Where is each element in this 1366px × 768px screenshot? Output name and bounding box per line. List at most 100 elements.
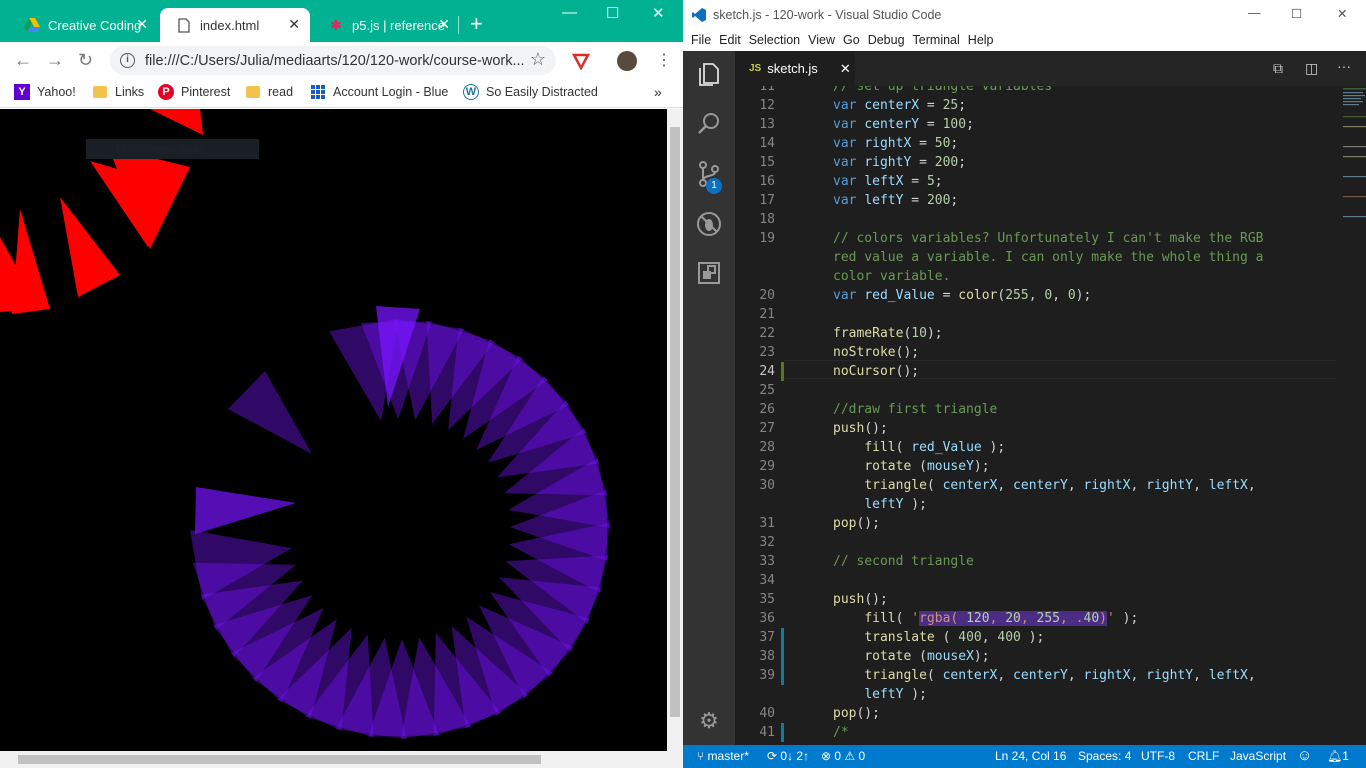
code-line[interactable]: 34 xyxy=(735,571,1366,590)
minimize-button[interactable]: — xyxy=(1248,6,1261,20)
menu-file[interactable]: File xyxy=(691,33,711,47)
scroll-thumb[interactable] xyxy=(670,127,680,717)
code-line[interactable]: color variable. xyxy=(735,267,1366,286)
menu-edit[interactable]: Edit xyxy=(719,33,741,47)
code-line[interactable]: leftY ); xyxy=(735,685,1366,704)
bookmark-pinterest[interactable]: P Pinterest xyxy=(158,84,230,100)
folder-icon xyxy=(92,84,108,100)
code-line[interactable]: 16 var leftX = 5; xyxy=(735,172,1366,191)
code-line[interactable]: 26 //draw first triangle xyxy=(735,400,1366,419)
menu-view[interactable]: View xyxy=(808,33,835,47)
close-tab-icon[interactable]: ✕ xyxy=(438,17,450,31)
close-tab-icon[interactable]: ✕ xyxy=(288,17,300,31)
minimap[interactable] xyxy=(1338,86,1366,246)
code-line[interactable]: 41 /* xyxy=(735,723,1366,742)
bookmark-star-icon[interactable]: ☆ xyxy=(530,49,546,70)
code-line[interactable]: 27 push(); xyxy=(735,419,1366,438)
vertical-scrollbar[interactable] xyxy=(667,109,683,751)
tab-index-html[interactable]: index.html ✕ xyxy=(160,8,310,42)
bookmark-so-easily-distracted[interactable]: W So Easily Distracted xyxy=(463,84,598,100)
line-ending[interactable]: CRLF xyxy=(1188,749,1219,763)
search-icon[interactable] xyxy=(695,111,723,139)
code-line[interactable]: 38 rotate (mouseX); xyxy=(735,647,1366,666)
code-line[interactable]: 18 xyxy=(735,210,1366,229)
branch-indicator[interactable]: ⑂ master* xyxy=(697,749,749,763)
code-line[interactable]: 25 xyxy=(735,381,1366,400)
close-window-button[interactable]: ✕ xyxy=(652,4,665,22)
avatar[interactable] xyxy=(617,51,637,71)
new-tab-button[interactable]: + xyxy=(470,12,483,36)
menu-go[interactable]: Go xyxy=(843,33,860,47)
menu-debug[interactable]: Debug xyxy=(868,33,905,47)
code-line[interactable]: 29 rotate (mouseY); xyxy=(735,457,1366,476)
code-line[interactable]: 24 noCursor(); xyxy=(735,362,1366,381)
menu-terminal[interactable]: Terminal xyxy=(913,33,960,47)
horizontal-scrollbar[interactable] xyxy=(0,751,683,768)
code-line[interactable]: 33 // second triangle xyxy=(735,552,1366,571)
address-bar[interactable]: i file:///C:/Users/Julia/mediaarts/120/1… xyxy=(110,46,556,75)
forward-button[interactable]: → xyxy=(46,50,64,71)
code-line[interactable]: 22 frameRate(10); xyxy=(735,324,1366,343)
close-tab-icon[interactable]: ✕ xyxy=(840,61,851,77)
code-line[interactable]: 40 pop(); xyxy=(735,704,1366,723)
code-line[interactable]: 32 xyxy=(735,533,1366,552)
code-line[interactable]: 37 translate ( 400, 400 ); xyxy=(735,628,1366,647)
feedback-smiley-icon[interactable]: ☺ xyxy=(1297,747,1312,764)
minimize-button[interactable]: — xyxy=(562,4,577,21)
settings-gear-icon[interactable]: ⚙ xyxy=(695,707,723,735)
code-line[interactable]: leftY ); xyxy=(735,495,1366,514)
menu-selection[interactable]: Selection xyxy=(749,33,800,47)
scroll-thumb[interactable] xyxy=(18,755,541,764)
indentation[interactable]: Spaces: 4 xyxy=(1078,749,1131,763)
tab-sketch-js[interactable]: JS sketch.js ✕ xyxy=(735,51,855,86)
code-line[interactable]: 14 var rightX = 50; xyxy=(735,134,1366,153)
code-line[interactable]: 12 var centerX = 25; xyxy=(735,96,1366,115)
debug-icon[interactable] xyxy=(695,211,723,239)
explorer-icon[interactable] xyxy=(695,61,723,89)
cursor-position[interactable]: Ln 24, Col 16 xyxy=(995,749,1066,763)
close-tab-icon[interactable]: ✕ xyxy=(136,17,148,31)
code-line[interactable]: 31 pop(); xyxy=(735,514,1366,533)
bookmark-read[interactable]: read xyxy=(245,84,293,100)
reload-button[interactable]: ↻ xyxy=(78,50,93,71)
code-line[interactable]: 15 var rightY = 200; xyxy=(735,153,1366,172)
code-line[interactable]: red value a variable. I can only make th… xyxy=(735,248,1366,267)
bookmark-links[interactable]: Links xyxy=(92,84,144,100)
code-line[interactable]: 35 push(); xyxy=(735,590,1366,609)
more-bookmarks-icon[interactable]: » xyxy=(654,84,662,100)
shield-extension-icon[interactable] xyxy=(571,52,591,75)
maximize-button[interactable]: ☐ xyxy=(606,4,619,22)
code-line[interactable]: 39 triangle( centerX, centerY, rightX, r… xyxy=(735,666,1366,685)
problems-indicator[interactable]: ⊗ 0 ⚠ 0 xyxy=(821,749,865,763)
back-button[interactable]: ← xyxy=(14,50,32,71)
notifications-bell-icon[interactable]: 🔔︎1 xyxy=(1327,749,1349,763)
sketch-canvas[interactable]: Full-screen Snip xyxy=(0,109,667,751)
maximize-button[interactable]: ☐ xyxy=(1291,6,1302,21)
menu-dots-icon[interactable]: ⋮ xyxy=(656,50,672,70)
bookmark-account-login[interactable]: Account Login - Blue xyxy=(310,84,448,100)
tab-creative-coding[interactable]: Creative Coding ✕ xyxy=(8,8,158,42)
code-line[interactable]: 11 // set up triangle variables xyxy=(735,86,1366,96)
open-changes-icon[interactable]: ⧉ xyxy=(1273,60,1283,77)
language-mode[interactable]: JavaScript xyxy=(1230,749,1286,763)
sync-indicator[interactable]: ⟳ 0↓ 2↑ xyxy=(767,749,809,763)
menu-help[interactable]: Help xyxy=(968,33,994,47)
code-editor[interactable]: 11 // set up triangle variables 12 var cent… xyxy=(735,86,1366,745)
encoding[interactable]: UTF-8 xyxy=(1141,749,1175,763)
code-line[interactable]: 21 xyxy=(735,305,1366,324)
code-line[interactable]: 36 fill( 'rgba( 120, 20, 255, .40)' ); xyxy=(735,609,1366,628)
extensions-icon[interactable] xyxy=(695,261,723,289)
code-line[interactable]: 28 fill( red_Value ); xyxy=(735,438,1366,457)
bookmark-yahoo[interactable]: Y Yahoo! xyxy=(14,84,76,100)
code-line[interactable]: 17 var leftY = 200; xyxy=(735,191,1366,210)
more-actions-icon[interactable]: ··· xyxy=(1337,58,1351,74)
code-line[interactable]: 19 // colors variables? Unfortunately I c… xyxy=(735,229,1366,248)
code-line[interactable]: 13 var centerY = 100; xyxy=(735,115,1366,134)
tab-p5-reference[interactable]: ✱ p5.js | reference ✕ xyxy=(312,8,460,42)
close-window-button[interactable]: ✕ xyxy=(1337,6,1347,21)
code-line[interactable]: 30 triangle( centerX, centerY, rightX, r… xyxy=(735,476,1366,495)
code-line[interactable]: 20 var red_Value = color(255, 0, 0); xyxy=(735,286,1366,305)
code-line[interactable]: 23 noStroke(); xyxy=(735,343,1366,362)
split-editor-icon[interactable]: ◫ xyxy=(1305,60,1318,77)
info-icon[interactable]: i xyxy=(120,53,135,68)
